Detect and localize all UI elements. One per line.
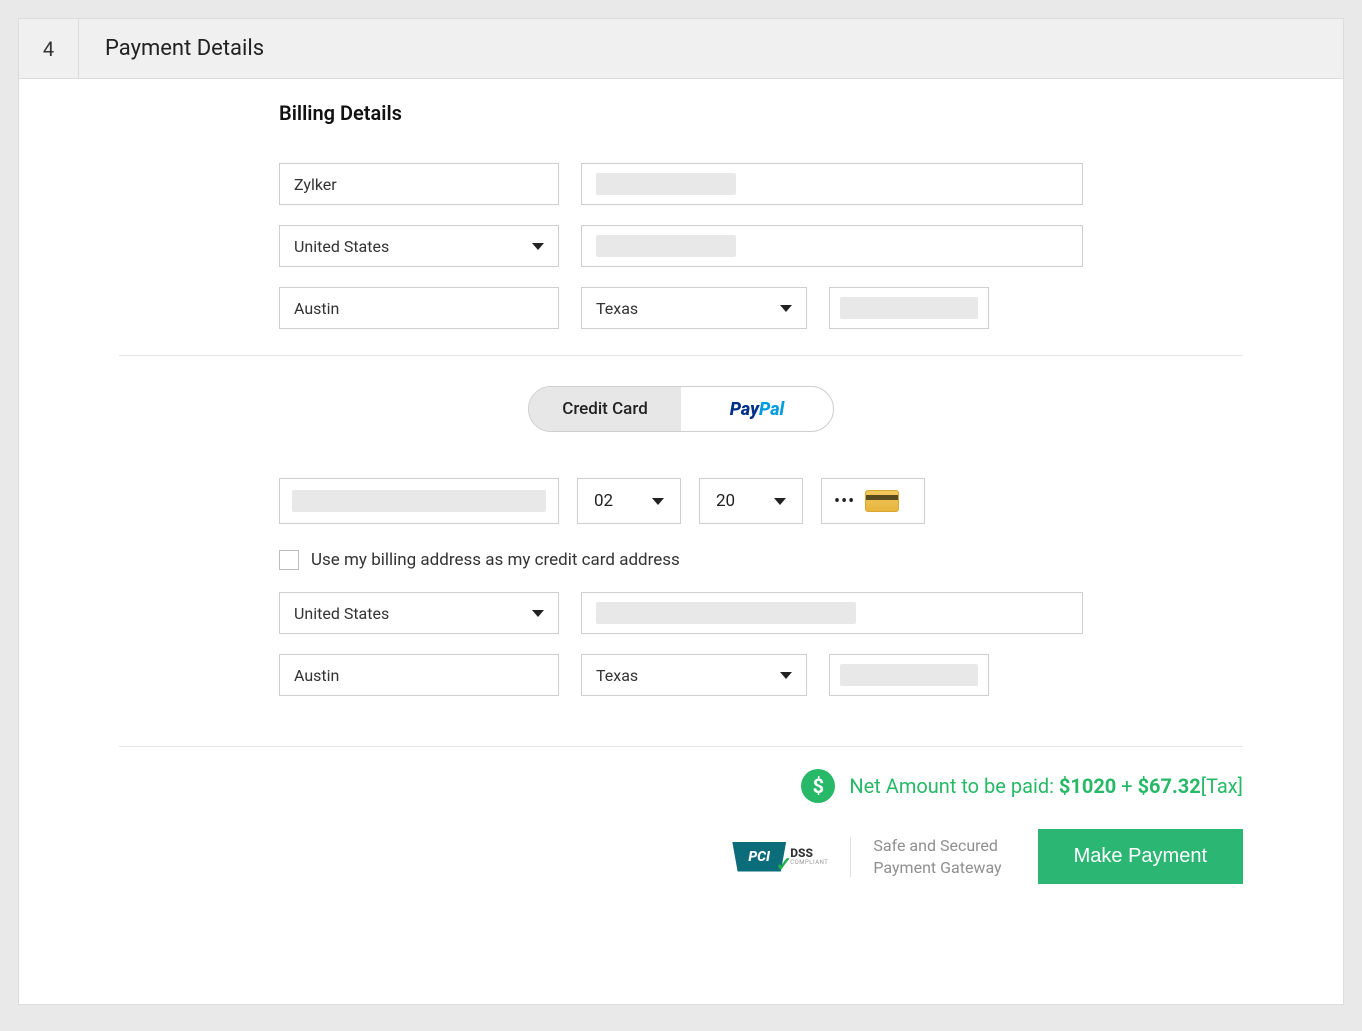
chevron-down-icon [780, 305, 792, 312]
card-exp-month-select[interactable]: 02 [577, 478, 681, 524]
chevron-down-icon [774, 498, 786, 505]
placeholder-block [292, 490, 546, 512]
billing-country-value: United States [294, 237, 389, 256]
billing-state-value: Texas [596, 299, 638, 318]
placeholder-block [596, 602, 856, 624]
tab-paypal[interactable]: PayPal [681, 387, 833, 431]
billing-state-select[interactable]: Texas [581, 287, 807, 329]
card-country-value: United States [294, 604, 389, 623]
billing-city-input[interactable]: Austin [279, 287, 559, 329]
credit-card-back-icon [865, 490, 899, 512]
vertical-divider [850, 837, 851, 877]
card-state-select[interactable]: Texas [581, 654, 807, 696]
net-tax-value: $67.32 [1138, 774, 1201, 798]
card-zip-input[interactable] [829, 654, 989, 696]
card-street-input[interactable] [581, 592, 1083, 634]
make-payment-button[interactable]: Make Payment [1038, 829, 1243, 884]
footer-divider [119, 746, 1243, 747]
step-title: Payment Details [79, 19, 264, 78]
billing-address-line1-input[interactable] [581, 163, 1083, 205]
net-plus: + [1116, 774, 1137, 798]
section-divider [119, 355, 1243, 356]
card-exp-month-value: 02 [594, 491, 613, 511]
secure-gateway-text: Safe and Secured Payment Gateway [873, 835, 1001, 878]
billing-country-select[interactable]: United States [279, 225, 559, 267]
placeholder-block [840, 297, 978, 319]
chevron-down-icon [532, 610, 544, 617]
billing-name-input[interactable]: Zylker [279, 163, 559, 205]
net-tax-suffix: [Tax] [1201, 774, 1243, 798]
card-state-value: Texas [596, 666, 638, 685]
net-amount-label: Net Amount to be paid: [849, 774, 1059, 798]
card-number-input[interactable] [279, 478, 559, 524]
net-amount-value: $1020 [1059, 774, 1116, 798]
chevron-down-icon [532, 243, 544, 250]
cvv-mask: ••• [834, 491, 855, 512]
paypal-logo: PayPal [730, 399, 785, 420]
billing-city-value: Austin [294, 299, 339, 318]
chevron-down-icon [780, 672, 792, 679]
pci-dss-badge: PCI ✓ DSS COMPLIANT [732, 842, 828, 872]
net-amount-row: $ Net Amount to be paid: $1020 + $67.32[… [279, 769, 1243, 803]
payment-method-toggle: Credit Card PayPal [528, 386, 834, 432]
use-billing-address-checkbox[interactable] [279, 550, 299, 570]
card-city-value: Austin [294, 666, 339, 685]
payment-panel: 4 Payment Details Billing Details Zylker… [18, 18, 1344, 1005]
billing-details-heading: Billing Details [279, 101, 1083, 125]
card-exp-year-value: 20 [716, 491, 735, 511]
placeholder-block [840, 664, 978, 686]
credit-card-label: Credit Card [562, 399, 648, 419]
billing-zip-input[interactable] [829, 287, 989, 329]
card-exp-year-select[interactable]: 20 [699, 478, 803, 524]
tab-credit-card[interactable]: Credit Card [529, 387, 681, 431]
placeholder-block [596, 235, 736, 257]
step-number: 4 [19, 19, 79, 78]
chevron-down-icon [652, 498, 664, 505]
card-city-input[interactable]: Austin [279, 654, 559, 696]
use-billing-address-label: Use my billing address as my credit card… [311, 550, 680, 570]
panel-header: 4 Payment Details [19, 19, 1343, 79]
checkmark-icon: ✓ [775, 852, 792, 876]
card-country-select[interactable]: United States [279, 592, 559, 634]
dollar-icon: $ [801, 769, 835, 803]
placeholder-block [596, 173, 736, 195]
billing-address-line2-input[interactable] [581, 225, 1083, 267]
card-cvv-input[interactable]: ••• [821, 478, 925, 524]
billing-name-value: Zylker [294, 175, 337, 194]
